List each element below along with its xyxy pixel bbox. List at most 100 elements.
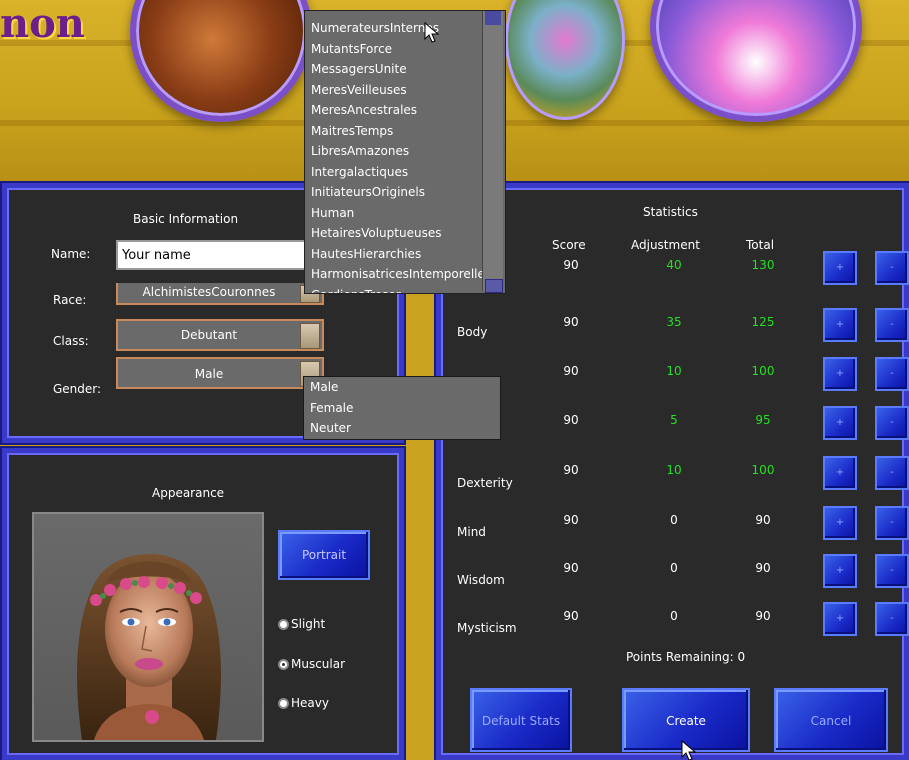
race-option[interactable]: HetairesVoluptueuses (305, 223, 483, 244)
decrease-stat-button[interactable]: - (875, 554, 909, 588)
increase-stat-button[interactable]: + (823, 554, 857, 588)
right-orb-image (650, 0, 862, 122)
race-option[interactable]: MaitresTemps (305, 121, 483, 142)
character-portrait (32, 512, 264, 742)
stat-total: 90 (755, 513, 771, 527)
radio-icon[interactable] (278, 697, 289, 709)
adjustment-column-header: Adjustment (631, 238, 700, 252)
race-select[interactable]: AlchimistesCouronnes (116, 283, 324, 305)
increase-stat-button[interactable]: + (823, 506, 857, 540)
gender-option[interactable]: Neuter (304, 418, 353, 439)
name-label: Name: (51, 247, 91, 261)
race-option[interactable]: MessagersUnite (305, 59, 483, 80)
gender-option[interactable]: Female (304, 398, 353, 419)
cancel-button[interactable]: Cancel (774, 688, 888, 752)
decrease-stat-button[interactable]: - (875, 602, 909, 636)
race-option[interactable]: MutantsForce (305, 39, 483, 60)
stat-score: 90 (563, 609, 579, 623)
portrait-image (77, 554, 221, 740)
portrait-button[interactable]: Portrait (278, 530, 370, 580)
stat-adjustment: 10 (666, 364, 682, 378)
stat-score: 90 (563, 513, 579, 527)
points-remaining: Points Remaining: 0 (626, 650, 746, 664)
name-input[interactable] (116, 240, 306, 270)
radio-selected-icon[interactable] (278, 658, 289, 670)
appearance-title: Appearance (152, 486, 225, 500)
race-option[interactable]: Intergalactiques (305, 162, 483, 183)
stat-total: 125 (751, 315, 775, 329)
build-option-label: Heavy (291, 696, 329, 710)
decrease-stat-button[interactable]: - (875, 251, 909, 285)
stat-adjustment: 5 (670, 413, 678, 427)
stat-score: 90 (563, 463, 579, 477)
build-option-label: Slight (291, 617, 326, 631)
stat-adjustment: 40 (666, 258, 682, 272)
increase-stat-button[interactable]: + (823, 456, 857, 490)
stat-total: 100 (751, 463, 775, 477)
stat-score: 90 (563, 315, 579, 329)
middle-orb-image (505, 0, 625, 120)
race-list-scrollbar[interactable] (482, 11, 503, 293)
gender-select[interactable]: Male (116, 357, 324, 389)
build-option-label: Muscular (291, 657, 346, 671)
build-option-muscular[interactable]: Muscular (278, 657, 345, 671)
stat-total: 130 (751, 258, 775, 272)
scrollbar-track[interactable] (485, 11, 501, 25)
gender-options: Male Female Neuter (304, 377, 353, 439)
race-option[interactable]: HautesHierarchies (305, 244, 483, 265)
score-column-header: Score (552, 238, 586, 252)
stat-adjustment: 0 (670, 609, 678, 623)
race-dropdown-list[interactable]: NumerateursInternes MutantsForce Messagers… (304, 10, 506, 294)
stat-name: Mysticism (457, 621, 517, 635)
stat-adjustment: 10 (666, 463, 682, 477)
stat-name: Mind (457, 525, 486, 539)
class-select[interactable]: Debutant (116, 319, 324, 351)
radio-icon[interactable] (278, 618, 289, 630)
stat-adjustment: 0 (670, 561, 678, 575)
stat-score: 90 (563, 258, 579, 272)
stat-name: Wisdom (457, 573, 505, 587)
stat-adjustment: 35 (666, 315, 682, 329)
stat-score: 90 (563, 413, 579, 427)
gender-option[interactable]: Male (304, 377, 353, 398)
left-orb-image (130, 0, 312, 122)
decrease-stat-button[interactable]: - (875, 308, 909, 342)
race-option[interactable]: LibresAmazones (305, 141, 483, 162)
game-logo-text: non (0, 0, 85, 47)
increase-stat-button[interactable]: + (823, 357, 857, 391)
increase-stat-button[interactable]: + (823, 308, 857, 342)
decrease-stat-button[interactable]: - (875, 456, 909, 490)
basic-information-title: Basic Information (133, 212, 239, 226)
increase-stat-button[interactable]: + (823, 602, 857, 636)
stat-score: 90 (563, 364, 579, 378)
stat-name: Body (457, 325, 488, 339)
race-option[interactable]: GardiensTresor (305, 285, 483, 294)
stat-score: 90 (563, 561, 579, 575)
race-option[interactable]: HarmonisatricesIntemporelle (305, 264, 485, 285)
decrease-stat-button[interactable]: - (875, 406, 909, 440)
build-option-slight[interactable]: Slight (278, 617, 325, 631)
race-option[interactable]: MeresAncestrales (305, 100, 483, 121)
build-option-heavy[interactable]: Heavy (278, 696, 329, 710)
gender-select-value: Male (194, 367, 224, 381)
race-option[interactable]: InitiateursOriginels (305, 182, 483, 203)
race-options: NumerateursInternes MutantsForce Messagers… (305, 18, 485, 294)
race-option[interactable]: Human (305, 203, 483, 224)
race-option[interactable]: NumerateursInternes (305, 18, 483, 39)
decrease-stat-button[interactable]: - (875, 506, 909, 540)
gender-dropdown-list[interactable]: Male Female Neuter (303, 376, 501, 440)
class-label: Class: (53, 334, 89, 348)
increase-stat-button[interactable]: + (823, 406, 857, 440)
statistics-title: Statistics (643, 205, 698, 219)
increase-stat-button[interactable]: + (823, 251, 857, 285)
stat-total: 90 (755, 561, 771, 575)
class-select-value: Debutant (180, 328, 238, 342)
race-option[interactable]: MeresVeilleuses (305, 80, 483, 101)
scrollbar-thumb[interactable] (485, 279, 503, 293)
stat-adjustment: 0 (670, 513, 678, 527)
default-stats-button[interactable]: Default Stats (470, 688, 572, 752)
decrease-stat-button[interactable]: - (875, 357, 909, 391)
class-dropdown-button[interactable] (300, 323, 320, 349)
stat-total: 95 (755, 413, 771, 427)
mouse-cursor-icon (424, 22, 440, 43)
